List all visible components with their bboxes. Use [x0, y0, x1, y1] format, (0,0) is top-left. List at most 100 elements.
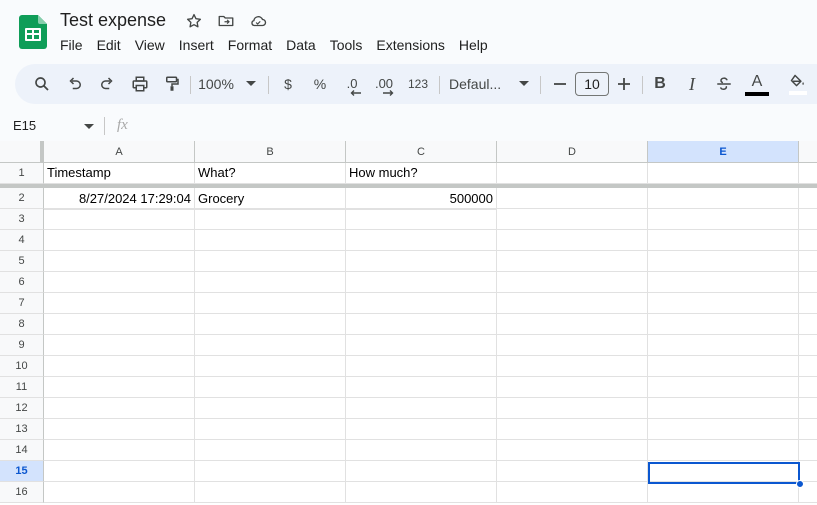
grid-cell[interactable]	[44, 335, 195, 356]
menu-data[interactable]: Data	[279, 35, 323, 55]
grid-cell[interactable]	[648, 356, 799, 377]
star-icon[interactable]	[184, 11, 204, 31]
grid-cell[interactable]	[799, 163, 817, 184]
grid-cell[interactable]	[648, 251, 799, 272]
grid-cell[interactable]	[195, 251, 346, 272]
grid-cell[interactable]	[44, 356, 195, 377]
active-cell-e15[interactable]	[648, 462, 800, 484]
grid-cell[interactable]	[648, 230, 799, 251]
grid-cell[interactable]	[346, 293, 497, 314]
grid-cell[interactable]	[497, 314, 648, 335]
grid-cell[interactable]	[346, 419, 497, 440]
grid-cell[interactable]	[799, 335, 817, 356]
grid-cell[interactable]	[799, 230, 817, 251]
grid-cell[interactable]	[346, 230, 497, 251]
print-icon[interactable]	[127, 64, 153, 104]
grid-cell[interactable]	[648, 398, 799, 419]
grid-cell[interactable]	[195, 419, 346, 440]
grid-cell[interactable]	[346, 377, 497, 398]
grid-cell[interactable]	[799, 356, 817, 377]
move-to-folder-icon[interactable]	[216, 11, 236, 31]
select-all-corner[interactable]	[0, 141, 44, 163]
row-header-4[interactable]: 4	[0, 230, 44, 251]
menu-extensions[interactable]: Extensions	[369, 35, 451, 55]
grid-cell[interactable]	[346, 314, 497, 335]
grid-cell[interactable]	[648, 314, 799, 335]
row-header-10[interactable]: 10	[0, 356, 44, 377]
grid-cell[interactable]	[648, 335, 799, 356]
grid-cell[interactable]	[497, 440, 648, 461]
menu-tools[interactable]: Tools	[323, 35, 370, 55]
grid-cell[interactable]	[497, 230, 648, 251]
spreadsheet-grid[interactable]: A B C D E 1 2 3 4 5 6 7 8 9 10 11 12 13 14 15 16 Timest…	[0, 141, 817, 505]
grid-cell[interactable]	[497, 356, 648, 377]
row-header-9[interactable]: 9	[0, 335, 44, 356]
increase-decimal-button[interactable]: .00	[370, 64, 398, 104]
grid-cell[interactable]	[648, 377, 799, 398]
grid-cell[interactable]	[799, 440, 817, 461]
decrease-font-size-button[interactable]	[550, 64, 570, 104]
row-freeze-handle[interactable]	[0, 184, 817, 188]
grid-cell[interactable]	[648, 209, 799, 230]
grid-cell[interactable]	[648, 419, 799, 440]
grid-cell[interactable]	[195, 440, 346, 461]
row-header-12[interactable]: 12	[0, 398, 44, 419]
grid-cell[interactable]	[799, 293, 817, 314]
grid-cell[interactable]	[497, 377, 648, 398]
row-header-13[interactable]: 13	[0, 419, 44, 440]
text-color-button[interactable]: A	[743, 64, 771, 104]
grid-cell[interactable]	[44, 461, 195, 482]
row-header-2[interactable]: 2	[0, 188, 44, 209]
grid-cell[interactable]	[799, 209, 817, 230]
grid-cell[interactable]	[346, 209, 497, 230]
paint-format-icon[interactable]	[159, 64, 185, 104]
grid-cell[interactable]	[648, 293, 799, 314]
grid-cell[interactable]	[346, 482, 497, 503]
grid-cell[interactable]	[799, 398, 817, 419]
grid-cell[interactable]	[44, 251, 195, 272]
row-header-5[interactable]: 5	[0, 251, 44, 272]
column-header-d[interactable]: D	[497, 141, 648, 163]
grid-cell[interactable]	[346, 335, 497, 356]
menu-edit[interactable]: Edit	[90, 35, 128, 55]
redo-icon[interactable]	[94, 64, 120, 104]
number-format-button[interactable]: 123	[405, 64, 431, 104]
grid-cell[interactable]	[799, 461, 817, 482]
row-header-8[interactable]: 8	[0, 314, 44, 335]
grid-cell[interactable]	[497, 461, 648, 482]
grid-cell[interactable]	[648, 482, 799, 503]
name-box[interactable]: E15	[13, 118, 36, 133]
grid-cell[interactable]	[195, 482, 346, 503]
grid-cell[interactable]	[195, 461, 346, 482]
row-header-3[interactable]: 3	[0, 209, 44, 230]
grid-cell[interactable]	[44, 209, 195, 230]
chevron-down-icon[interactable]	[84, 118, 94, 139]
chevron-down-icon[interactable]	[243, 64, 259, 104]
currency-format-button[interactable]: $	[278, 64, 298, 104]
grid-cell[interactable]	[44, 293, 195, 314]
increase-font-size-button[interactable]	[614, 64, 634, 104]
grid-cell[interactable]	[44, 314, 195, 335]
grid-cell[interactable]	[44, 230, 195, 251]
grid-cell[interactable]	[497, 482, 648, 503]
decrease-decimal-button[interactable]: .0	[339, 64, 365, 104]
row-header-16[interactable]: 16	[0, 482, 44, 503]
grid-cell[interactable]	[497, 419, 648, 440]
grid-cell[interactable]	[346, 356, 497, 377]
grid-cell[interactable]	[195, 377, 346, 398]
grid-cell[interactable]	[648, 272, 799, 293]
font-family-select[interactable]: Defaul...	[449, 64, 513, 104]
grid-cell[interactable]	[648, 163, 799, 184]
column-header-a[interactable]: A	[44, 141, 195, 163]
column-header-e[interactable]: E	[648, 141, 799, 163]
document-title[interactable]: Test expense	[60, 9, 166, 31]
grid-cell[interactable]	[44, 419, 195, 440]
grid-cell[interactable]	[346, 251, 497, 272]
cell-c1[interactable]: How much?	[346, 163, 497, 184]
grid-cell[interactable]	[195, 356, 346, 377]
row-header-15[interactable]: 15	[0, 461, 44, 482]
grid-cell[interactable]	[346, 461, 497, 482]
cell-b2[interactable]: Grocery	[195, 189, 346, 210]
grid-cell[interactable]	[44, 272, 195, 293]
percent-format-button[interactable]: %	[310, 64, 330, 104]
